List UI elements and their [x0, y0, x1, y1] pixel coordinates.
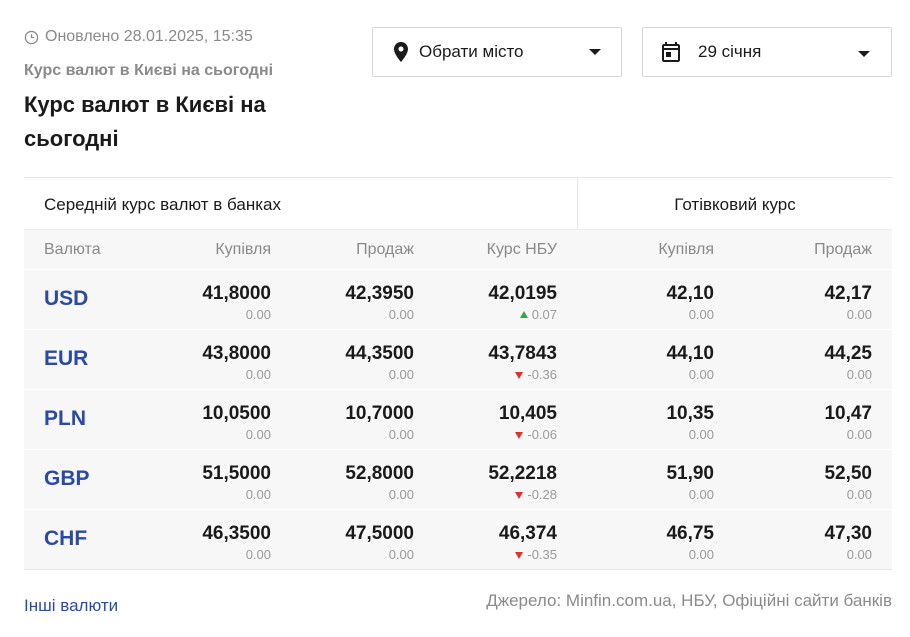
trend-down-icon — [515, 432, 524, 439]
nbu-value: 42,0195 — [488, 283, 557, 304]
nbu-value: 46,374 — [498, 523, 557, 544]
table-bottom-divider — [24, 569, 892, 570]
city-select[interactable]: Обрати місто — [372, 27, 622, 77]
buy-value: 10,0500 — [202, 403, 271, 424]
map-pin-icon — [394, 42, 408, 62]
clock-icon — [24, 30, 39, 44]
sell-change: 0.00 — [388, 547, 414, 562]
buy-change: 0.00 — [245, 487, 271, 502]
trend-up-icon — [519, 311, 528, 318]
table-row: PLN 10,0500 0.00 10,7000 0.00 10,405 -0.06 10,3… — [24, 389, 892, 449]
calendar-icon — [662, 42, 680, 62]
table-row: GBP 51,5000 0.00 52,8000 0.00 52,2218 -0.28 51,… — [24, 449, 892, 509]
buy-change: 0.00 — [245, 547, 271, 562]
table-column-header: Валюта Купівля Продаж Курс НБУ Купівля П… — [24, 229, 892, 269]
cash-sell-value: 47,30 — [824, 523, 872, 544]
buy-value: 51,5000 — [202, 463, 271, 484]
sell-change: 0.00 — [388, 367, 414, 382]
sell-change: 0.00 — [388, 487, 414, 502]
sell-value: 44,3500 — [345, 343, 414, 364]
table-body: USD 41,8000 0.00 42,3950 0.00 42,0195 0.07 42,1… — [24, 269, 892, 569]
currency-code[interactable]: GBP — [44, 467, 90, 491]
col-currency: Валюта — [44, 241, 101, 258]
sell-change: 0.00 — [388, 427, 414, 442]
currency-code[interactable]: CHF — [44, 527, 87, 551]
nbu-change: 0.07 — [437, 307, 557, 322]
col-nbu: Курс НБУ — [486, 241, 557, 258]
cash-sell-change: 0.00 — [846, 547, 872, 562]
page-title: Курс валют в Києві на сьогодні — [24, 92, 266, 151]
trend-down-icon — [515, 552, 524, 559]
cash-buy-change: 0.00 — [688, 427, 714, 442]
source-note: Джерело: Minfin.com.ua, НБУ, Офіційні са… — [486, 591, 892, 610]
nbu-change: -0.28 — [437, 487, 557, 502]
nbu-change: -0.06 — [437, 427, 557, 442]
cash-sell-value: 42,17 — [824, 283, 872, 304]
sell-value: 52,8000 — [345, 463, 414, 484]
cash-sell-change: 0.00 — [846, 307, 872, 322]
cash-buy-value: 46,75 — [666, 523, 714, 544]
cash-buy-value: 44,10 — [666, 343, 714, 364]
bank-average-group-title: Середній курс валют в банках — [44, 195, 281, 214]
city-select-label: Обрати місто — [419, 42, 524, 61]
cash-buy-change: 0.00 — [688, 367, 714, 382]
page-subtitle: Курс валют в Києві на сьогодні — [24, 62, 274, 79]
nbu-change: -0.36 — [437, 367, 557, 382]
buy-change: 0.00 — [245, 367, 271, 382]
sell-change: 0.00 — [388, 307, 414, 322]
table-row: EUR 43,8000 0.00 44,3500 0.00 43,7843 -0.36 44,… — [24, 329, 892, 389]
cash-sell-value: 44,25 — [824, 343, 872, 364]
nbu-change: -0.35 — [437, 547, 557, 562]
updated-text: Оновлено 28.01.2025, 15:35 — [45, 28, 253, 45]
table-group-header: Середній курс валют в банках Готівковий … — [24, 177, 892, 229]
currency-code[interactable]: PLN — [44, 407, 86, 431]
caret-down-icon — [858, 51, 870, 57]
cash-buy-change: 0.00 — [688, 307, 714, 322]
trend-down-icon — [515, 372, 524, 379]
currency-code[interactable]: USD — [44, 287, 88, 311]
cash-sell-change: 0.00 — [846, 427, 872, 442]
col-cash-sell: Продаж — [814, 241, 872, 258]
table-row: USD 41,8000 0.00 42,3950 0.00 42,0195 0.07 42,1… — [24, 269, 892, 329]
sell-value: 42,3950 — [345, 283, 414, 304]
col-cash-buy: Купівля — [658, 241, 714, 258]
cash-sell-value: 52,50 — [824, 463, 872, 484]
cash-buy-change: 0.00 — [688, 547, 714, 562]
date-select-label: 29 січня — [698, 42, 762, 61]
cash-buy-value: 51,90 — [666, 463, 714, 484]
col-sell: Продаж — [356, 241, 414, 258]
nbu-change-text: -0.36 — [527, 367, 557, 382]
sell-value: 10,7000 — [345, 403, 414, 424]
buy-value: 46,3500 — [202, 523, 271, 544]
cash-buy-change: 0.00 — [688, 487, 714, 502]
buy-value: 43,8000 — [202, 343, 271, 364]
table-row: CHF 46,3500 0.00 47,5000 0.00 46,374 -0.35 46,7… — [24, 509, 892, 569]
nbu-change-text: -0.06 — [527, 427, 557, 442]
cash-sell-change: 0.00 — [846, 367, 872, 382]
date-select[interactable]: 29 січня — [642, 27, 892, 77]
buy-change: 0.00 — [245, 307, 271, 322]
currency-table: Середній курс валют в банках Готівковий … — [24, 177, 892, 569]
cash-buy-value: 10,35 — [666, 403, 714, 424]
currency-code[interactable]: EUR — [44, 347, 88, 371]
sell-value: 47,5000 — [345, 523, 414, 544]
nbu-value: 43,7843 — [488, 343, 557, 364]
updated-timestamp: Оновлено 28.01.2025, 15:35 — [24, 28, 253, 46]
buy-value: 41,8000 — [202, 283, 271, 304]
buy-change: 0.00 — [245, 427, 271, 442]
nbu-value: 52,2218 — [488, 463, 557, 484]
other-currencies-link[interactable]: Інші валюти — [24, 596, 118, 616]
trend-down-icon — [515, 492, 524, 499]
cash-buy-value: 42,10 — [666, 283, 714, 304]
cash-rate-group-title: Готівковий курс — [674, 195, 796, 214]
caret-down-icon — [589, 49, 601, 55]
col-buy: Купівля — [215, 241, 271, 258]
cash-sell-value: 10,47 — [824, 403, 872, 424]
nbu-value: 10,405 — [498, 403, 557, 424]
nbu-change-text: 0.07 — [531, 307, 557, 322]
cash-sell-change: 0.00 — [846, 487, 872, 502]
nbu-change-text: -0.28 — [527, 487, 557, 502]
nbu-change-text: -0.35 — [527, 547, 557, 562]
